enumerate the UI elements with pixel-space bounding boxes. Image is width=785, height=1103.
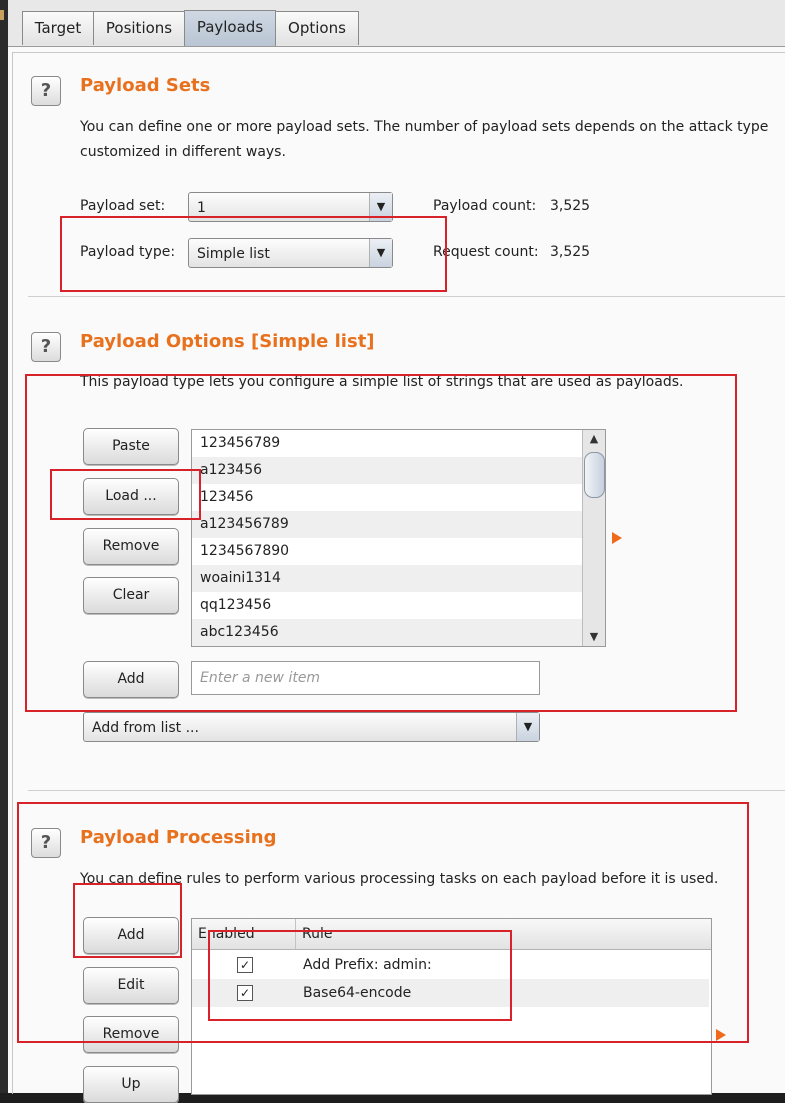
list-scrollbar[interactable]: ▲ ▼ [582, 430, 605, 646]
tab-payloads[interactable]: Payloads [184, 10, 276, 46]
list-item[interactable]: 1234567890 [192, 538, 582, 565]
remove-button[interactable]: Remove [83, 528, 179, 565]
dropdown-arrow-icon: ▼ [516, 713, 539, 741]
payload-processing-heading: Payload Processing [80, 827, 277, 848]
dropdown-arrow-icon: ▼ [369, 239, 392, 267]
request-count-value: 3,525 [550, 244, 591, 260]
load-button[interactable]: Load ... [83, 478, 179, 515]
enabled-checkbox[interactable]: ✓ [237, 957, 253, 973]
gutter-marker [0, 10, 4, 20]
list-item[interactable]: a123456 [192, 457, 582, 484]
help-icon[interactable]: ? [31, 332, 61, 362]
list-item[interactable]: 123456 [192, 484, 582, 511]
add-from-list-value: Add from list ... [92, 720, 199, 736]
scroll-up-icon[interactable]: ▲ [583, 430, 605, 448]
add-from-list-select[interactable]: Add from list ... ▼ [83, 712, 540, 742]
section-divider [28, 296, 785, 297]
expand-arrow-icon[interactable] [612, 532, 622, 544]
payload-options-heading: Payload Options [Simple list] [80, 331, 375, 352]
list-item[interactable]: woaini1314 [192, 565, 582, 592]
dropdown-arrow-icon: ▼ [369, 193, 392, 221]
payload-options-description: This payload type lets you configure a s… [80, 374, 684, 390]
table-row[interactable]: ✓ Add Prefix: admin: [192, 951, 709, 979]
help-icon[interactable]: ? [31, 828, 61, 858]
table-row[interactable]: ✓ Base64-encode [192, 979, 709, 1007]
tab-target[interactable]: Target [22, 11, 94, 45]
edit-rule-button[interactable]: Edit [83, 967, 179, 1004]
enabled-checkbox[interactable]: ✓ [237, 985, 253, 1001]
add-item-button[interactable]: Add [83, 661, 179, 698]
payload-count-value: 3,525 [550, 198, 591, 214]
remove-rule-button[interactable]: Remove [83, 1016, 179, 1053]
payload-type-select[interactable]: Simple list ▼ [188, 238, 393, 268]
payload-type-label: Payload type: [80, 244, 176, 260]
add-rule-button[interactable]: Add [83, 917, 179, 954]
list-item[interactable]: 123456789 [192, 430, 582, 457]
column-rule[interactable]: Rule [296, 919, 711, 949]
request-count-label: Request count: [433, 244, 539, 260]
payload-set-label: Payload set: [80, 198, 166, 214]
rule-text: Add Prefix: admin: [303, 957, 432, 973]
payload-sets-heading: Payload Sets [80, 75, 211, 96]
payload-set-select[interactable]: 1 ▼ [188, 192, 393, 222]
payload-sets-description-cont: customized in different ways. [80, 144, 286, 160]
tab-options[interactable]: Options [275, 11, 359, 45]
column-enabled[interactable]: Enabled [192, 919, 296, 949]
move-up-button[interactable]: Up [83, 1066, 179, 1103]
processing-rules-table: Enabled Rule ✓ Add Prefix: admin: ✓ Base… [191, 918, 712, 1095]
new-item-input[interactable]: Enter a new item [191, 661, 540, 695]
payload-count-label: Payload count: [433, 198, 537, 214]
tab-positions[interactable]: Positions [93, 11, 185, 45]
tab-bar: Target Positions Payloads Options [8, 0, 785, 47]
clear-button[interactable]: Clear [83, 577, 179, 614]
payload-sets-description: You can define one or more payload sets.… [80, 119, 769, 135]
list-item[interactable]: a123456789 [192, 511, 582, 538]
help-icon[interactable]: ? [31, 76, 61, 106]
paste-button[interactable]: Paste [83, 428, 179, 465]
editor-gutter [0, 0, 8, 1093]
list-item[interactable]: qq123456 [192, 592, 582, 619]
payload-type-value: Simple list [197, 246, 270, 262]
expand-arrow-icon[interactable] [716, 1029, 726, 1041]
scroll-thumb[interactable] [584, 452, 605, 498]
payload-list[interactable]: 123456789 a123456 123456 a123456789 1234… [191, 429, 606, 647]
scroll-down-icon[interactable]: ▼ [583, 628, 605, 646]
list-item[interactable]: abc123456 [192, 619, 582, 646]
rule-text: Base64-encode [303, 985, 412, 1001]
payload-processing-description: You can define rules to perform various … [80, 871, 719, 887]
payload-set-value: 1 [197, 200, 206, 216]
section-divider [28, 790, 785, 791]
table-header: Enabled Rule [192, 919, 711, 950]
